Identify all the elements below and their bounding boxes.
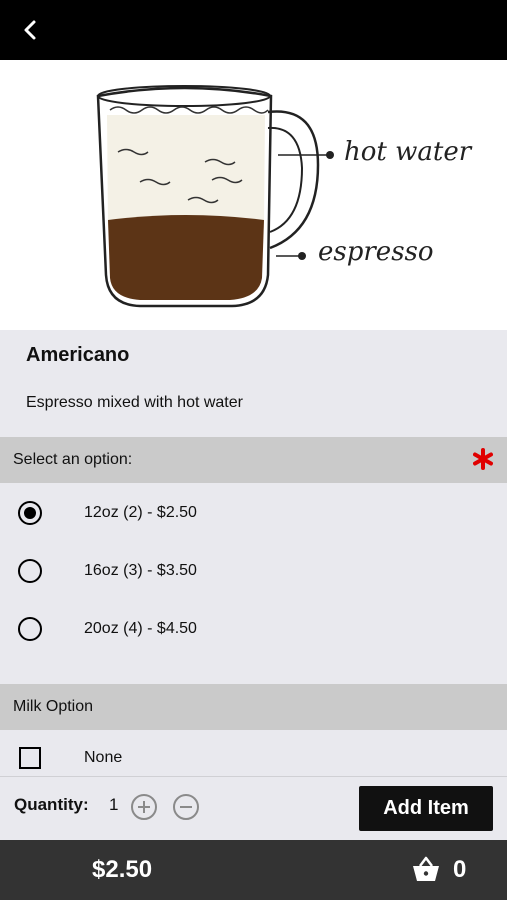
required-asterisk-icon [473,448,493,470]
chevron-left-icon [24,20,36,40]
top-nav-bar [0,0,507,60]
option-label: 12oz (2) - $2.50 [84,504,197,521]
item-name: Americano [26,344,130,366]
basket-icon[interactable] [411,855,441,883]
quantity-bar: Quantity: 1 Add Item [0,776,507,840]
add-item-button[interactable]: Add Item [359,786,493,831]
cart-footer: $2.50 0 [0,840,507,900]
checkbox-icon[interactable] [19,747,41,769]
radio-empty-icon[interactable] [18,559,42,583]
size-option-12oz[interactable]: 12oz (2) - $2.50 [0,484,507,542]
hot-water-label: hot water [344,137,473,167]
item-description: Espresso mixed with hot water [26,394,243,411]
decrement-button[interactable] [173,794,199,820]
americano-illustration: hot water espresso [0,60,507,330]
minus-icon [180,806,192,808]
espresso-label: espresso [318,237,434,267]
milk-section-title: Milk Option [13,698,94,715]
option-label: 20oz (4) - $4.50 [84,620,197,637]
size-option-16oz[interactable]: 16oz (3) - $3.50 [0,542,507,600]
radio-empty-icon[interactable] [18,617,42,641]
quantity-label: Quantity: [14,795,89,814]
quantity-value: 1 [109,795,119,814]
increment-button[interactable] [131,794,157,820]
option-label: 16oz (3) - $3.50 [84,562,197,579]
radio-selected-icon[interactable] [18,501,42,525]
cart-total: $2.50 [92,856,153,883]
option-label: None [84,749,123,766]
size-section-header: Select an option: [0,437,507,483]
size-section-title: Select an option: [13,451,133,468]
size-option-20oz[interactable]: 20oz (4) - $4.50 [0,600,507,658]
item-info: Americano Espresso mixed with hot water [0,330,507,437]
back-button[interactable] [14,14,46,46]
cart-count[interactable]: 0 [453,856,466,884]
milk-section-header: Milk Option [0,684,507,730]
